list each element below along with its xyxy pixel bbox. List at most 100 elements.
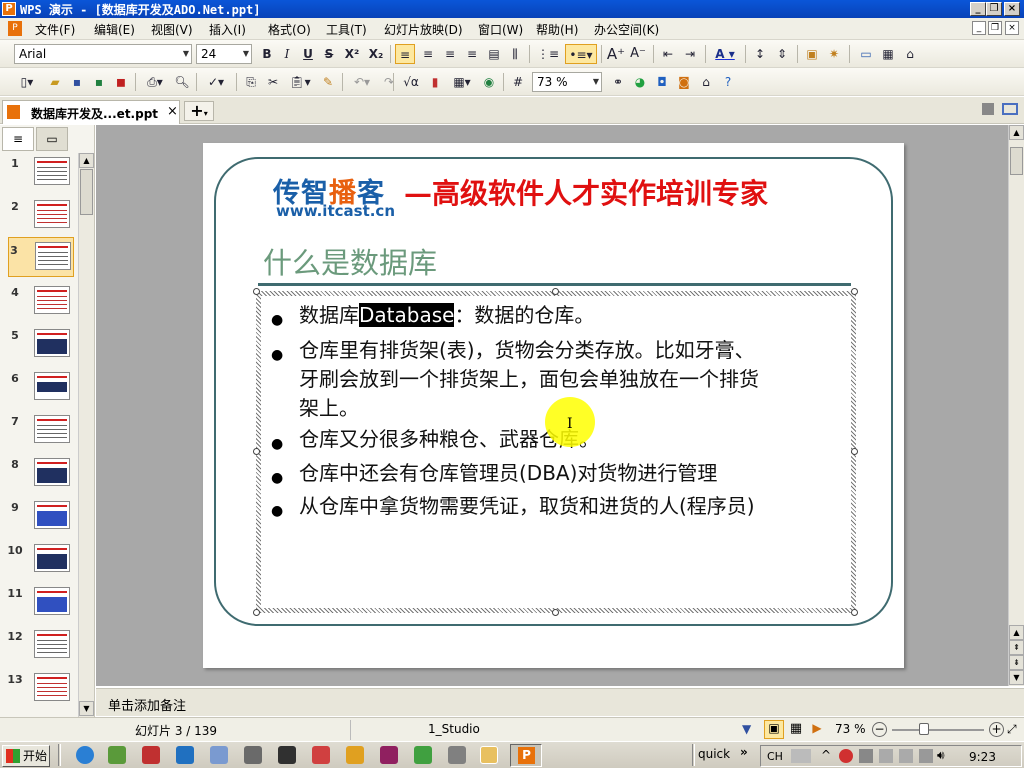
refresh-icon[interactable]: ◕ [630, 72, 650, 92]
slide-thumbnail[interactable]: 3 [8, 237, 74, 277]
design-template-icon[interactable]: ✷ [824, 44, 844, 64]
bullets-icon[interactable]: •≡▾ [565, 44, 597, 64]
scroll-up-icon[interactable]: ▲ [79, 153, 94, 168]
slide-thumbnail[interactable]: 13 [0, 673, 78, 716]
numbering-icon[interactable]: ⋮≡ [534, 44, 562, 64]
column-text-icon[interactable]: ⫼ [505, 44, 525, 64]
menu-help[interactable]: 帮助(H) [536, 21, 578, 38]
menu-tools[interactable]: 工具(T) [326, 21, 367, 38]
slide-thumbnail[interactable]: 4 [0, 286, 78, 329]
spell-check-icon[interactable]: ✓▾ [201, 72, 231, 92]
slide-thumbnail[interactable]: 1 [0, 157, 78, 200]
ie-browser-icon[interactable] [76, 746, 94, 764]
slideshow-icon[interactable]: ▶ [808, 721, 826, 739]
tray-expand-icon[interactable]: ^ [821, 748, 831, 762]
print-preview-icon[interactable]: 🔍︎ [172, 72, 192, 92]
export-pdf-icon[interactable]: ◼ [111, 72, 131, 92]
underline-button[interactable]: U [299, 44, 317, 64]
doc-restore-button[interactable]: ❐ [988, 21, 1002, 35]
copy-icon[interactable]: ⎘ [241, 72, 261, 92]
slide-thumbnail[interactable]: 11 [0, 587, 78, 630]
quicklaunch-app-icon[interactable] [142, 746, 160, 764]
save-icon[interactable]: ▪ [67, 72, 87, 92]
slide-layout-icon[interactable]: ▭ [856, 44, 876, 64]
quicklaunch-app-icon[interactable] [312, 746, 330, 764]
resize-handle[interactable] [253, 288, 260, 295]
zoom-slider-track[interactable] [892, 729, 984, 731]
security-tray-icon[interactable] [839, 749, 853, 763]
formula-icon[interactable]: √α [399, 72, 423, 92]
toolbar-expand-icon[interactable]: » [740, 745, 748, 759]
menu-edit[interactable]: 编辑(E) [94, 21, 135, 38]
quicklaunch-app-icon[interactable] [414, 746, 432, 764]
shadow-text-button[interactable]: S [320, 44, 338, 64]
italic-button[interactable]: I [278, 44, 296, 64]
volume-icon[interactable]: 🔊︎ [937, 748, 945, 763]
paste-icon[interactable]: 📋︎▾ [285, 72, 315, 92]
notes-pane[interactable]: 单击添加备注 [96, 688, 1024, 716]
quicklaunch-app-icon[interactable] [210, 746, 228, 764]
zoom-slider-thumb[interactable] [919, 723, 929, 735]
format-painter-icon[interactable]: ⌂ [900, 44, 920, 64]
resize-handle[interactable] [851, 448, 858, 455]
align-left-icon[interactable]: ≡ [395, 44, 415, 64]
slide-thumbnail[interactable]: 10 [0, 544, 78, 587]
slide-thumbnail[interactable]: 5 [0, 329, 78, 372]
start-button[interactable]: 开始 [2, 745, 50, 767]
zoom-select[interactable]: 73 % ▼ [532, 72, 602, 92]
slide-thumbnail[interactable]: 8 [0, 458, 78, 501]
slide-thumbnail[interactable]: 12 [0, 630, 78, 673]
next-slide-icon[interactable]: ⇟ [1009, 655, 1024, 670]
print-icon[interactable]: ⎙▾ [140, 72, 170, 92]
restore-button[interactable]: ❐ [986, 2, 1002, 16]
quick-toolbar-label[interactable]: quick [698, 747, 730, 761]
fit-window-icon[interactable]: ⤢ [1007, 722, 1021, 737]
ime-indicator[interactable]: CH [767, 750, 783, 763]
quicklaunch-app-icon[interactable] [278, 746, 296, 764]
resize-handle[interactable] [552, 609, 559, 616]
document-icon[interactable]: P [8, 21, 22, 36]
tray-app-icon[interactable] [879, 749, 893, 763]
keyboard-icon[interactable] [791, 749, 811, 763]
quicklaunch-app-icon[interactable] [244, 746, 262, 764]
slide-thumbnail[interactable]: 6 [0, 372, 78, 415]
distributed-align-icon[interactable]: ▤ [484, 44, 504, 64]
slide-scrollbar[interactable]: ▲ ▲ ⇞ ⇟ ▼ [1008, 125, 1024, 686]
material-library-icon[interactable]: ◙ [674, 72, 694, 92]
folder-icon[interactable] [480, 746, 498, 764]
cut-icon[interactable]: ✂ [263, 72, 283, 92]
quicklaunch-app-icon[interactable] [380, 746, 398, 764]
doc-minimize-button[interactable]: _ [972, 21, 986, 35]
scroll-thumb[interactable] [80, 169, 93, 215]
slide-title[interactable]: 什么是数据库 [263, 240, 437, 282]
hyperlink-globe-icon[interactable]: ◉ [479, 72, 499, 92]
slides-tab-icon[interactable]: ▭ [36, 127, 68, 151]
resize-handle[interactable] [253, 609, 260, 616]
increase-indent-icon[interactable]: ⇥ [680, 44, 700, 64]
table-grid-icon[interactable]: ▦ [878, 44, 898, 64]
minimize-button[interactable]: _ [970, 2, 986, 16]
decrease-indent-icon[interactable]: ⇤ [658, 44, 678, 64]
increase-font-icon[interactable]: A⁺ [606, 44, 626, 64]
new-tab-button[interactable]: +▾ [184, 101, 214, 121]
network-icon[interactable] [899, 749, 913, 763]
close-button[interactable]: × [1004, 2, 1020, 16]
menu-slideshow[interactable]: 幻灯片放映(D) [384, 21, 463, 38]
quicklaunch-app-icon[interactable] [108, 746, 126, 764]
slide-thumbnail[interactable]: 9 [0, 501, 78, 544]
scroll-down-icon[interactable]: ▼ [1009, 670, 1024, 685]
previous-slide-icon[interactable]: ⇞ [1009, 640, 1024, 655]
doc-close-button[interactable]: × [1005, 21, 1019, 35]
save-as-icon[interactable]: ▪ [89, 72, 109, 92]
tray-app-icon[interactable] [859, 749, 873, 763]
superscript-button[interactable]: X² [342, 44, 362, 64]
tray-app-icon[interactable] [919, 749, 933, 763]
menu-file[interactable]: 文件(F) [35, 21, 75, 38]
align-right-icon[interactable]: ≡ [440, 44, 460, 64]
wps-app-icon[interactable]: P [2, 2, 16, 16]
slide-sorter-icon[interactable]: ▦ [787, 721, 805, 739]
scroll-up-icon[interactable]: ▲ [1009, 125, 1024, 140]
resize-handle[interactable] [552, 288, 559, 295]
menu-view[interactable]: 视图(V) [151, 21, 193, 38]
wps-task-button[interactable]: P [510, 744, 542, 767]
